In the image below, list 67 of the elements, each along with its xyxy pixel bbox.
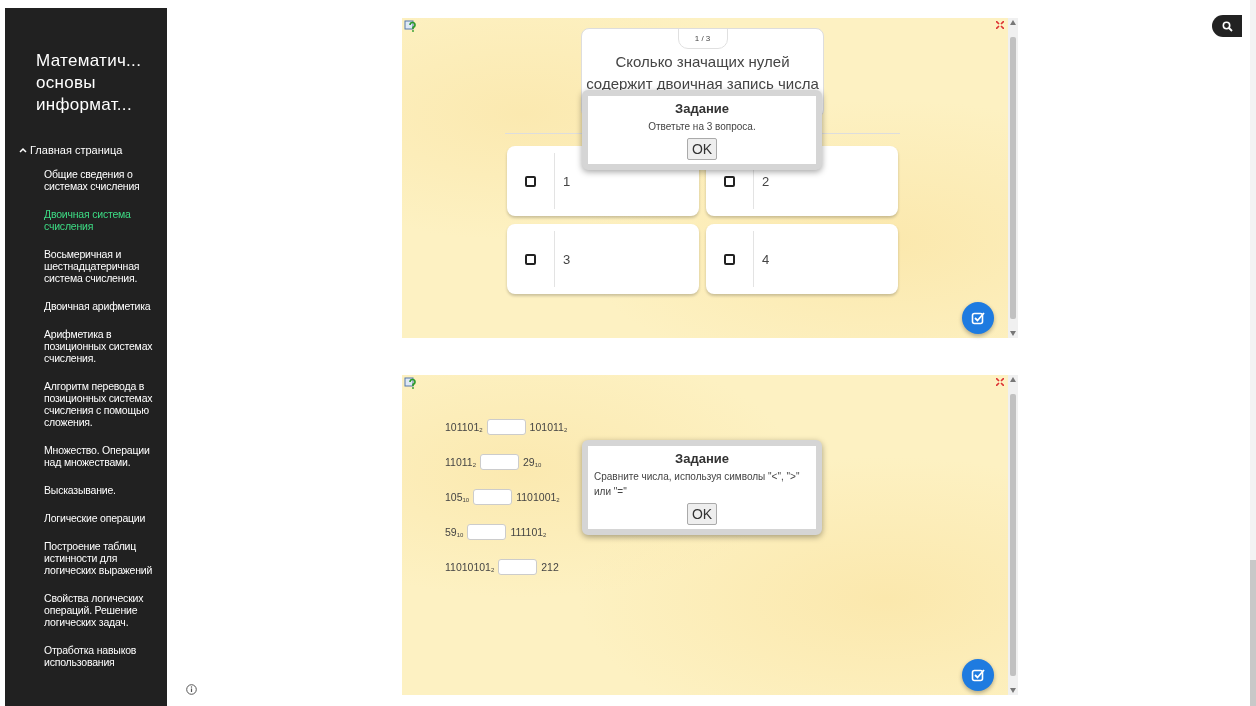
arrow-up-icon[interactable]	[1010, 20, 1016, 25]
number-text: 111101$_{2}$	[510, 526, 547, 538]
sidebar-item[interactable]: Двоичная система счисления	[44, 208, 154, 232]
page-scrollbar[interactable]	[1250, 0, 1256, 706]
number-text: 105$_{10}$	[445, 491, 470, 503]
dialog-title: Задание	[675, 451, 729, 466]
answer-option[interactable]: 4	[706, 224, 898, 294]
option-label: 1	[563, 173, 571, 189]
number-text: 101011$_{2}$	[529, 421, 568, 433]
sidebar-item[interactable]: Восьмеричная и шестнадцатеричная система счисления.	[44, 248, 154, 284]
sidebar-item[interactable]: Главная страница	[19, 144, 159, 156]
sidebar-item[interactable]: Свойства логических операций. Решение логических задач.	[44, 592, 154, 628]
answer-field[interactable]	[480, 454, 519, 470]
option-label: 3	[563, 251, 571, 267]
answer-field[interactable]	[498, 559, 538, 575]
fullscreen-icon[interactable]	[996, 21, 1004, 29]
question-text: Сколько значащих нулей	[615, 53, 790, 71]
number-text: 212	[541, 561, 559, 573]
sidebar-item[interactable]: Логические операции	[44, 512, 154, 524]
help-icon[interactable]	[404, 20, 416, 32]
info-icon[interactable]	[186, 684, 197, 695]
search-icon	[1221, 20, 1233, 32]
dialog-message: Сравните числа, используя символы "<", ">" или "="	[593, 470, 801, 499]
check-icon	[971, 668, 985, 682]
checkbox[interactable]	[724, 175, 735, 187]
help-icon[interactable]	[404, 377, 416, 389]
answer-field[interactable]	[473, 489, 513, 505]
number-text: 101101$_{2}$	[445, 421, 483, 433]
question-text: содержит двоичная запись числа	[586, 75, 819, 93]
fullscreen-icon[interactable]	[996, 378, 1004, 386]
sidebar-item[interactable]: Двоичная арифметика	[44, 300, 154, 312]
course-title: Математич... основы информат...	[36, 50, 143, 116]
ok-button[interactable]: OK	[686, 503, 718, 525]
number-text: 11010101$_{2}$	[445, 561, 495, 573]
sidebar-item[interactable]: Общие сведения о системах счисления	[44, 168, 154, 192]
dialog-title: Задание	[675, 101, 729, 116]
question-counter: 1 / 3	[677, 29, 728, 49]
number-text: 1101001$_{2}$	[516, 491, 560, 503]
answer-field[interactable]	[467, 524, 507, 540]
answer-option[interactable]: 3	[507, 224, 699, 294]
arrow-down-icon[interactable]	[1010, 331, 1016, 336]
option-label: 4	[762, 251, 770, 267]
answer-field[interactable]	[486, 419, 526, 435]
dialog-message: Ответьте на 3 вопроса.	[647, 120, 757, 134]
sidebar-item[interactable]: Построение таблиц истинности для логических выражений	[44, 540, 154, 576]
number-text: 29$_{10}$	[523, 456, 542, 468]
option-label: 2	[762, 173, 770, 189]
search-button[interactable]	[1212, 15, 1242, 37]
sidebar-item[interactable]: Арифметика в позиционных системах счисления.	[44, 328, 154, 364]
arrow-down-icon[interactable]	[1010, 688, 1016, 693]
number-text: 11011$_{2}$	[445, 456, 476, 468]
scrollbar[interactable]	[1008, 375, 1018, 695]
check-button[interactable]	[962, 659, 994, 691]
ok-button[interactable]: OK	[686, 138, 718, 160]
check-icon	[971, 311, 985, 325]
sidebar-item[interactable]: Высказывание.	[44, 484, 154, 496]
chevron-icon	[19, 147, 27, 153]
checkbox[interactable]	[724, 253, 735, 265]
checkbox[interactable]	[525, 175, 536, 187]
number-text: 59$_{10}$	[445, 526, 464, 538]
checkbox[interactable]	[525, 253, 536, 265]
check-button[interactable]	[962, 302, 994, 334]
sidebar-item[interactable]: Множество. Операции над множествами.	[44, 444, 154, 468]
sidebar-item[interactable]: Отработка навыков использования	[44, 644, 154, 668]
sidebar-item[interactable]: Алгоритм перевода в позиционных системах счисления с помощью сложения.	[44, 380, 154, 428]
arrow-up-icon[interactable]	[1010, 377, 1016, 382]
scrollbar[interactable]	[1008, 18, 1018, 338]
